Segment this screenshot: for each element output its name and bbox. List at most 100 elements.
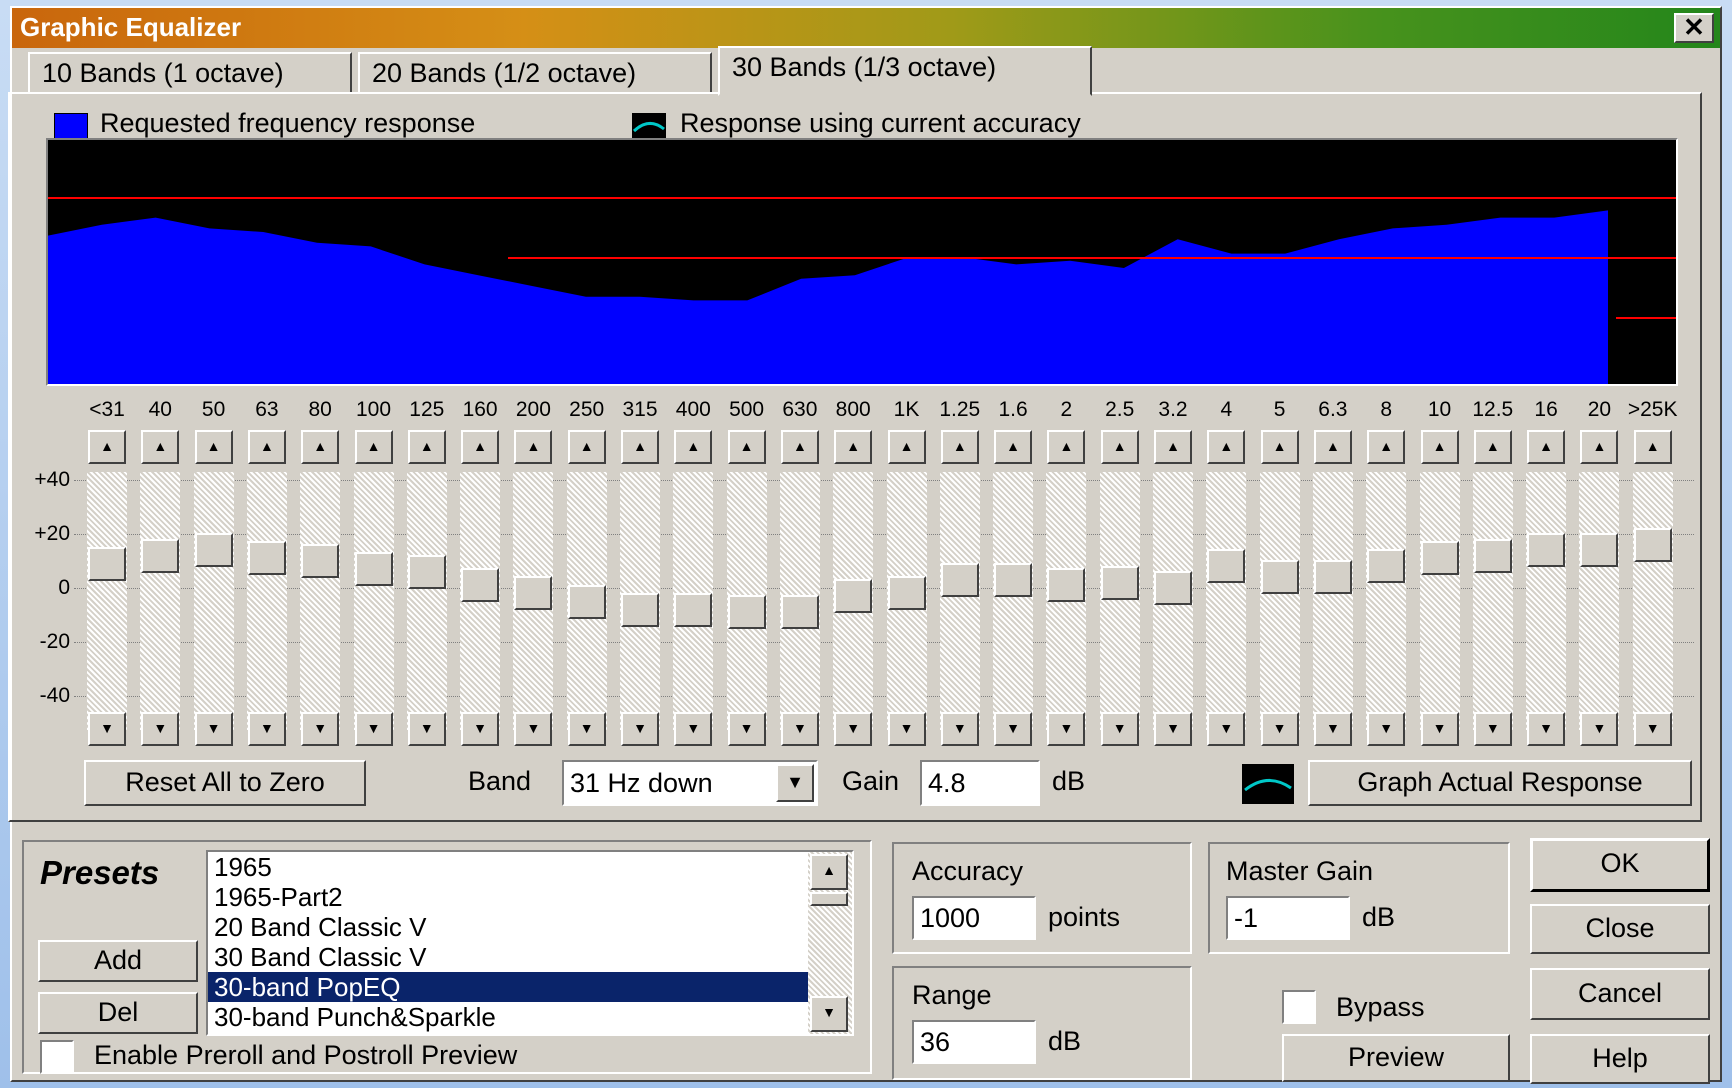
band-slider-thumb[interactable] (1527, 533, 1566, 568)
band-slider-track[interactable] (246, 472, 287, 730)
band-slider-track[interactable] (353, 472, 394, 730)
preset-list-item[interactable]: 1965-Part2 (208, 882, 852, 912)
band-slider-thumb[interactable] (1580, 533, 1619, 568)
preset-list-item[interactable]: 20 Band Classic V (208, 912, 852, 942)
band-slider-thumb[interactable] (567, 584, 606, 619)
band-slider-thumb[interactable] (887, 576, 926, 611)
band-slider-thumb[interactable] (940, 562, 979, 597)
band-down-icon[interactable]: ▼ (301, 712, 340, 746)
band-up-icon[interactable]: ▲ (1633, 430, 1672, 464)
accuracy-input[interactable]: 1000 (912, 896, 1036, 940)
band-slider-thumb[interactable] (194, 533, 233, 568)
band-down-icon[interactable]: ▼ (994, 712, 1033, 746)
band-slider-track[interactable] (1526, 472, 1567, 730)
band-slider-thumb[interactable] (1154, 571, 1192, 605)
band-up-icon[interactable]: ▲ (88, 430, 126, 464)
gain-input[interactable]: 4.8 (920, 760, 1040, 806)
band-down-icon[interactable]: ▼ (354, 712, 393, 746)
band-up-icon[interactable]: ▲ (1047, 430, 1086, 464)
preset-list-item[interactable]: 30-band Punch&Sparkle (208, 1002, 852, 1032)
band-up-icon[interactable]: ▲ (834, 430, 873, 464)
band-up-icon[interactable]: ▲ (727, 430, 766, 464)
band-slider-track[interactable] (993, 472, 1034, 730)
chevron-down-icon[interactable]: ▼ (776, 764, 814, 802)
band-up-icon[interactable]: ▲ (1207, 430, 1246, 464)
band-slider-thumb[interactable] (834, 579, 873, 614)
band-up-icon[interactable]: ▲ (1100, 430, 1139, 464)
band-slider-track[interactable] (140, 472, 181, 730)
band-down-icon[interactable]: ▼ (247, 712, 286, 746)
band-down-icon[interactable]: ▼ (780, 712, 819, 746)
band-down-icon[interactable]: ▼ (1047, 712, 1086, 746)
close-icon[interactable]: ✕ (1674, 13, 1714, 43)
band-down-icon[interactable]: ▼ (834, 712, 873, 746)
band-slider-thumb[interactable] (1313, 560, 1352, 595)
scroll-down-icon[interactable]: ▼ (810, 996, 848, 1032)
preroll-checkbox[interactable] (40, 1040, 74, 1074)
preset-list-item[interactable]: 30-band PopEQ (208, 972, 852, 1002)
band-slider-thumb[interactable] (780, 595, 819, 630)
tab-30-bands[interactable]: 30 Bands (1/3 octave) (718, 46, 1092, 96)
band-slider-thumb[interactable] (407, 554, 446, 589)
band-slider-thumb[interactable] (621, 592, 659, 627)
band-down-icon[interactable]: ▼ (1154, 712, 1192, 746)
band-slider-thumb[interactable] (1207, 549, 1246, 584)
band-slider-track[interactable] (87, 472, 127, 730)
band-select[interactable]: 31 Hz down ▼ (562, 760, 818, 806)
band-down-icon[interactable]: ▼ (1260, 712, 1299, 746)
delete-preset-button[interactable]: Del (38, 992, 198, 1034)
band-slider-thumb[interactable] (674, 592, 713, 627)
band-down-icon[interactable]: ▼ (88, 712, 126, 746)
band-up-icon[interactable]: ▲ (514, 430, 553, 464)
band-slider-thumb[interactable] (301, 544, 340, 578)
band-up-icon[interactable]: ▲ (1580, 430, 1619, 464)
add-preset-button[interactable]: Add (38, 940, 198, 982)
scroll-thumb[interactable] (810, 892, 848, 906)
band-slider-track[interactable] (406, 472, 447, 730)
band-slider-track[interactable] (1632, 472, 1673, 730)
band-up-icon[interactable]: ▲ (461, 430, 500, 464)
presets-list[interactable]: 1965 1965-Part2 20 Band Classic V 30 Band C… (206, 850, 854, 1036)
band-down-icon[interactable]: ▼ (1527, 712, 1566, 746)
band-down-icon[interactable]: ▼ (407, 712, 446, 746)
presets-scrollbar[interactable]: ▲ ▼ (808, 852, 852, 1034)
band-down-icon[interactable]: ▼ (514, 712, 553, 746)
band-slider-thumb[interactable] (1633, 527, 1672, 562)
band-slider-thumb[interactable] (1100, 565, 1139, 600)
band-slider-track[interactable] (1099, 472, 1140, 730)
band-slider-thumb[interactable] (247, 541, 286, 576)
master-gain-input[interactable]: -1 (1226, 896, 1350, 940)
band-slider-track[interactable] (1579, 472, 1620, 730)
band-slider-track[interactable] (1366, 472, 1407, 730)
band-slider-thumb[interactable] (88, 546, 126, 581)
band-slider-track[interactable] (1312, 472, 1353, 730)
help-button[interactable]: Help (1530, 1034, 1710, 1084)
close-button[interactable]: Close (1530, 904, 1710, 954)
cancel-button[interactable]: Cancel (1530, 968, 1710, 1020)
band-slider-track[interactable] (193, 472, 234, 730)
band-slider-thumb[interactable] (1367, 549, 1406, 584)
band-slider-thumb[interactable] (1420, 541, 1459, 576)
band-up-icon[interactable]: ▲ (1154, 430, 1192, 464)
band-slider-thumb[interactable] (1047, 568, 1086, 603)
band-slider-thumb[interactable] (354, 552, 393, 587)
band-down-icon[interactable]: ▼ (621, 712, 659, 746)
band-slider-track[interactable] (1472, 472, 1513, 730)
band-up-icon[interactable]: ▲ (407, 430, 446, 464)
band-slider-track[interactable] (300, 472, 341, 730)
range-input[interactable]: 36 (912, 1020, 1036, 1064)
band-down-icon[interactable]: ▼ (1580, 712, 1619, 746)
band-down-icon[interactable]: ▼ (567, 712, 606, 746)
band-down-icon[interactable]: ▼ (1100, 712, 1139, 746)
band-down-icon[interactable]: ▼ (194, 712, 233, 746)
band-slider-thumb[interactable] (514, 576, 553, 611)
band-slider-track[interactable] (1259, 472, 1300, 730)
band-up-icon[interactable]: ▲ (940, 430, 979, 464)
tab-10-bands[interactable]: 10 Bands (1 octave) (28, 52, 352, 94)
band-up-icon[interactable]: ▲ (1527, 430, 1566, 464)
band-slider-thumb[interactable] (727, 595, 766, 630)
band-slider-track[interactable] (939, 472, 980, 730)
band-slider-track[interactable] (1206, 472, 1247, 730)
preset-list-item[interactable]: 30 Band Classic V (208, 942, 852, 972)
band-up-icon[interactable]: ▲ (621, 430, 659, 464)
